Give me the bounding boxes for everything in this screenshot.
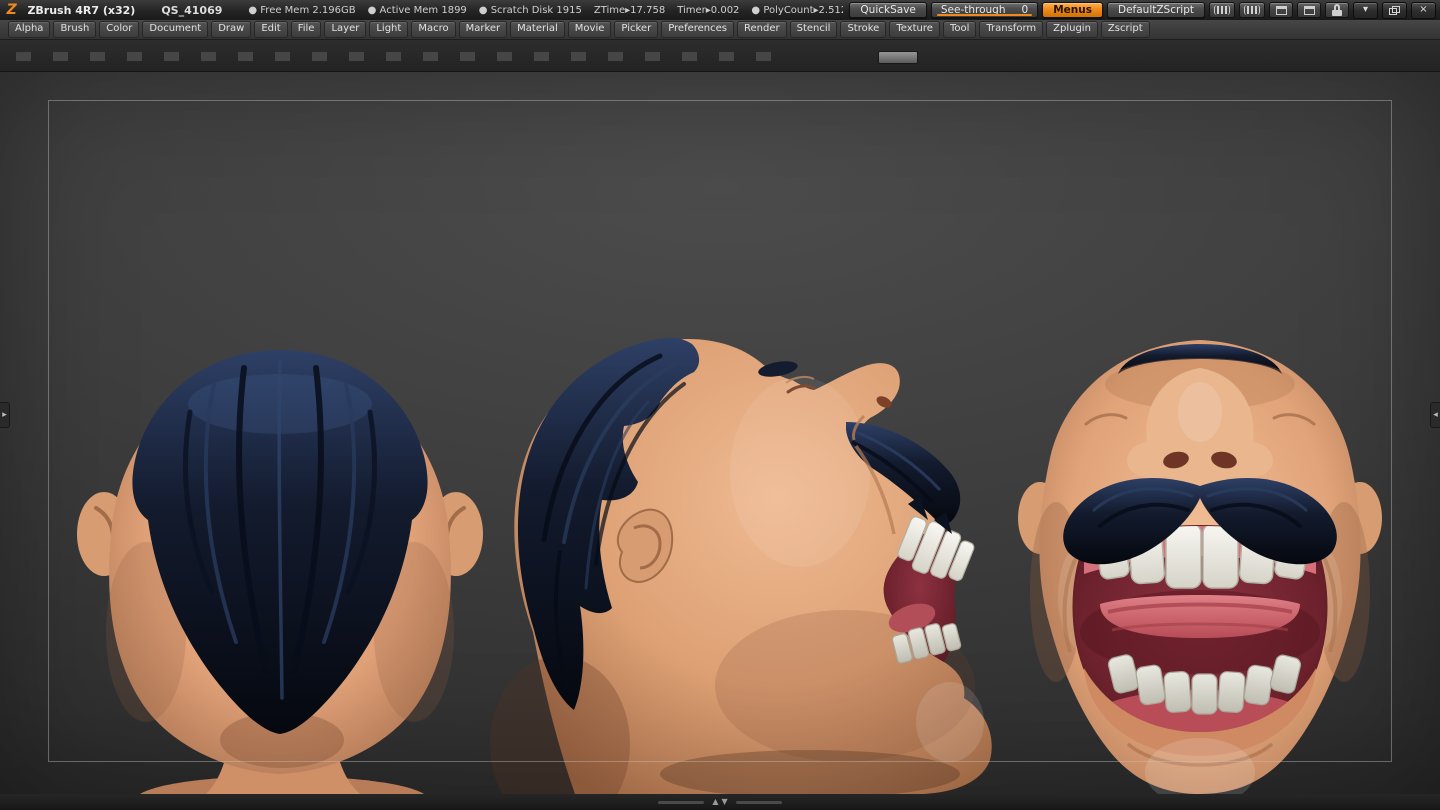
dock-window-icon (1275, 5, 1287, 15)
see-through-slider[interactable]: See-through 0 (930, 2, 1039, 18)
menu-item[interactable]: Stencil (789, 21, 838, 38)
vertical-bars-icon (1244, 5, 1260, 15)
restore-window-icon (1389, 5, 1400, 15)
zbrush-window: Z ZBrush 4R7 (x32) QS_41069 ● Free Mem 2… (0, 0, 1440, 810)
menu-item[interactable]: Tool (942, 21, 977, 38)
menu-item[interactable]: Picker (614, 21, 659, 38)
menus-button[interactable]: Menus (1042, 2, 1103, 18)
menu-item[interactable]: Color (99, 21, 140, 38)
vertical-bars-icon (1214, 5, 1230, 15)
menu-item[interactable]: Preferences (661, 21, 735, 38)
menu-item[interactable]: Stroke (840, 21, 887, 38)
menu-item[interactable]: Zscript (1100, 21, 1150, 38)
menu-item[interactable]: Transform (979, 21, 1044, 38)
menu-item[interactable]: Brush (53, 21, 97, 38)
divider-up-icon: ▲ (712, 797, 719, 806)
stat-item: ● Active Mem 1899 (367, 4, 467, 16)
menu-item[interactable]: Document (142, 21, 209, 38)
menu-item[interactable]: Edit (254, 21, 288, 38)
menu-item[interactable]: Zplugin (1046, 21, 1098, 38)
menu-item[interactable]: Movie (567, 21, 612, 38)
menu-item[interactable]: Layer (324, 21, 367, 38)
menu-item[interactable]: Light (369, 21, 409, 38)
stat-item: ● PolyCount▸2.512 MP (751, 4, 844, 16)
sculpt-head-profile-view (490, 337, 992, 794)
app-title: ZBrush 4R7 (x32) (27, 3, 136, 17)
left-tray-toggle[interactable]: ▸ (0, 402, 10, 428)
menu-item[interactable]: Macro (411, 21, 456, 38)
menu-bar: Alpha Brush Color Document Draw Edit File Layer… (0, 20, 1440, 40)
close-button[interactable]: × (1411, 1, 1436, 19)
document-name: QS_41069 (161, 3, 223, 17)
menu-item[interactable]: Texture (889, 21, 940, 38)
tray-tick-marks (16, 52, 778, 61)
right-tray-toggle[interactable]: ◂ (1430, 402, 1440, 428)
sculpt-head-back-view (77, 350, 483, 794)
divider-down-icon: ▼ (721, 797, 728, 806)
menu-item[interactable]: Material (510, 21, 565, 38)
see-through-slider-bar (936, 14, 1033, 16)
stat-item: ZTime▸17.758 (593, 4, 666, 16)
menu-item[interactable]: Render (737, 21, 787, 38)
default-zscript-button[interactable]: DefaultZScript (1106, 2, 1205, 18)
strip-scroll-handle[interactable] (878, 51, 918, 64)
lock-ui-button[interactable] (1325, 2, 1349, 18)
stat-item: ● Scratch Disk 1915 (478, 4, 582, 16)
menu-item[interactable]: Marker (458, 21, 508, 38)
titlebar-controls: QuickSave See-through 0 Menus DefaultZSc… (849, 1, 1436, 19)
divider-arrows[interactable]: ▲ ▼ (712, 798, 727, 806)
document-canvas[interactable] (0, 72, 1440, 794)
dock-palette-right-button[interactable] (1297, 2, 1321, 18)
title-bar: Z ZBrush 4R7 (x32) QS_41069 ● Free Mem 2… (0, 0, 1440, 20)
restore-button[interactable] (1382, 1, 1407, 19)
bottom-scrollbar-right[interactable] (735, 800, 782, 804)
menu-item[interactable]: Alpha (8, 21, 51, 38)
menu-item[interactable]: Draw (211, 21, 252, 38)
memory-stats: ● Free Mem 2.196GB ● Active Mem 1899 ● Scr… (248, 5, 843, 16)
lock-icon (1332, 4, 1342, 16)
divider-config-right-button[interactable] (1239, 2, 1265, 18)
stat-item: ● Free Mem 2.196GB (248, 4, 356, 16)
tray-strip (0, 40, 1440, 72)
bottom-scrollbar-left[interactable] (658, 800, 705, 804)
minimize-button[interactable]: ▾ (1353, 1, 1378, 19)
sculpt-scene (77, 337, 1382, 794)
menu-item[interactable]: File (290, 21, 322, 38)
stat-item: Timer▸0.002 (677, 4, 740, 16)
bottom-bar: ▲ ▼ (0, 794, 1440, 810)
zbrush-logo-icon: Z (6, 2, 17, 18)
dock-window-icon (1303, 5, 1315, 15)
sculpt-head-bottom-view (1018, 340, 1382, 794)
divider-config-left-button[interactable] (1209, 2, 1235, 18)
quicksave-button[interactable]: QuickSave (849, 2, 927, 18)
dock-palette-left-button[interactable] (1269, 2, 1293, 18)
